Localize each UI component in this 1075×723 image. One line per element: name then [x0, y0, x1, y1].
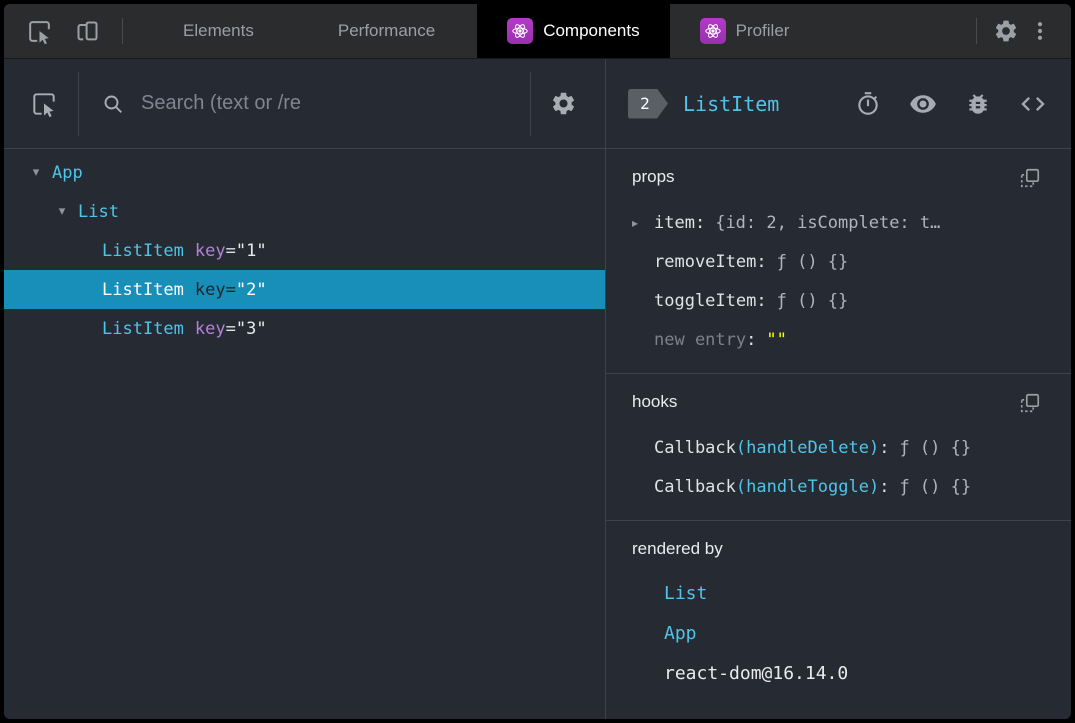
view-source-code-icon[interactable]: [1019, 90, 1047, 118]
search-box: [91, 84, 516, 124]
component-name: ListItem: [102, 240, 184, 261]
component-name: ListItem: [102, 279, 184, 300]
chevron-down-icon[interactable]: ▾: [26, 165, 46, 180]
selected-component-title: ListItem: [683, 91, 780, 116]
tree-row-listitem-3[interactable]: ListItem key="3": [4, 309, 605, 348]
topbar-trail-icons: [964, 14, 1071, 48]
tree-row-app[interactable]: ▾ App: [4, 153, 605, 192]
devtools-window: Elements Performance Components Profiler…: [0, 0, 1075, 723]
react-logo-icon: [699, 18, 726, 44]
tab-elements[interactable]: Elements: [141, 4, 296, 58]
component-tree-panel: ▾ App ▾ List ListItem key="1" ListItem k…: [4, 59, 606, 719]
component-name: App: [52, 162, 83, 183]
inspector-header: 2 ListItem: [606, 59, 1071, 149]
owner-link-list[interactable]: List: [632, 573, 1055, 613]
rendered-by-title: rendered by: [632, 539, 723, 558]
toolbar-divider: [78, 71, 79, 136]
component-name: List: [78, 201, 119, 222]
prop-row-item: ▸ item: {id: 2, isComplete: t…: [632, 212, 941, 233]
tree-row-listitem-2-selected[interactable]: ListItem key="2": [4, 270, 605, 309]
inspect-element-icon[interactable]: [22, 14, 56, 48]
owners-stack-badge[interactable]: 2: [628, 89, 668, 119]
key-attribute: key="2": [194, 279, 267, 300]
tab-profiler[interactable]: Profiler: [670, 4, 820, 58]
suspend-timer-icon[interactable]: [855, 91, 881, 117]
hooks-title: hooks: [632, 392, 678, 411]
chevron-down-icon[interactable]: ▾: [52, 204, 72, 219]
prop-row-removeitem: removeItem: ƒ () {}: [654, 251, 849, 272]
component-name: ListItem: [102, 318, 184, 339]
devtools-tab-bar: Elements Performance Components Profiler: [4, 4, 1071, 59]
device-toolbar-icon[interactable]: [70, 14, 104, 48]
tree-toolbar: [4, 59, 605, 149]
hook-row-handledelete: Callback (handleDelete): ƒ () {}: [654, 437, 972, 458]
inspect-dom-eye-icon[interactable]: [909, 90, 937, 118]
tab-label: Profiler: [735, 21, 790, 40]
chevron-right-icon[interactable]: ▸: [632, 216, 654, 230]
topbar-divider: [976, 18, 977, 44]
tab-label: Elements: [183, 21, 254, 40]
log-to-console-bug-icon[interactable]: [965, 91, 991, 117]
owner-link-app[interactable]: App: [632, 613, 1055, 653]
tab-performance[interactable]: Performance: [296, 4, 477, 58]
hook-row-handletoggle: Callback (handleToggle): ƒ () {}: [654, 476, 972, 497]
search-icon: [99, 84, 127, 124]
component-inspector-panel: 2 ListItem props ▸ item: {id: 2, isComp…: [606, 59, 1071, 719]
hooks-section: hooks Callback (handleDelete): ƒ () {} C…: [606, 374, 1071, 521]
tree-row-list[interactable]: ▾ List: [4, 192, 605, 231]
key-attribute: key="3": [194, 318, 267, 339]
pick-component-icon[interactable]: [24, 84, 64, 124]
search-input[interactable]: [141, 92, 516, 115]
prop-row-new-entry: new entry: "": [654, 329, 787, 350]
key-attribute: key="1": [194, 240, 267, 261]
more-options-icon[interactable]: [1023, 14, 1057, 48]
tab-components[interactable]: Components: [477, 4, 670, 58]
react-logo-icon: [507, 18, 534, 44]
renderer-version: react-dom@16.14.0: [664, 662, 849, 684]
topbar-divider: [122, 18, 123, 44]
settings-gear-icon[interactable]: [989, 14, 1023, 48]
toolbar-divider: [530, 71, 531, 136]
rendered-by-section: rendered by List App react-dom@16.14.0: [606, 521, 1071, 719]
props-title: props: [632, 167, 675, 186]
props-section: props ▸ item: {id: 2, isComplete: t… rem…: [606, 149, 1071, 374]
tree-row-listitem-1[interactable]: ListItem key="1": [4, 231, 605, 270]
prop-row-toggleitem: toggleItem: ƒ () {}: [654, 290, 849, 311]
topbar-lead-icons: [4, 14, 104, 48]
components-panel: ▾ App ▾ List ListItem key="1" ListItem k…: [4, 59, 1071, 719]
copy-props-icon[interactable]: [1019, 167, 1041, 189]
copy-hooks-icon[interactable]: [1019, 392, 1041, 414]
tab-label: Components: [543, 21, 640, 40]
tab-label: Performance: [337, 21, 436, 40]
tree-settings-gear-icon[interactable]: [543, 84, 583, 124]
component-tree: ▾ App ▾ List ListItem key="1" ListItem k…: [4, 149, 605, 719]
